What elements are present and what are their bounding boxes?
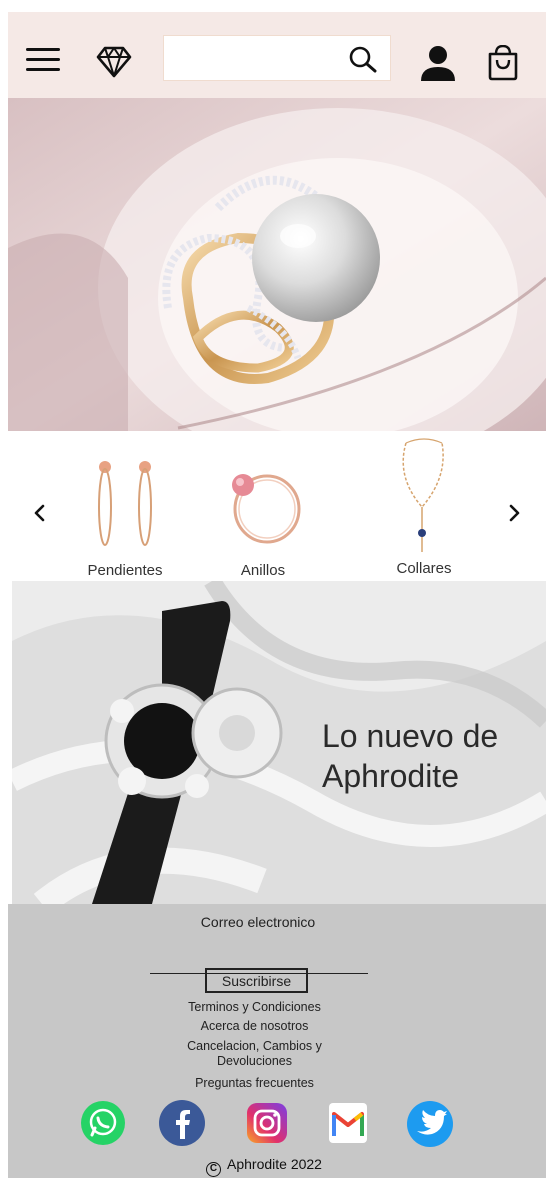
- faq-link[interactable]: Preguntas frecuentes: [128, 1076, 381, 1091]
- site-footer: Correo electronico Suscribirse Terminos …: [8, 904, 546, 1178]
- diamond-icon[interactable]: [96, 45, 132, 79]
- search-input[interactable]: [164, 36, 344, 80]
- returns-link[interactable]: Cancelacion, Cambios y Devoluciones: [128, 1039, 381, 1069]
- category-pendientes[interactable]: Pendientes: [65, 431, 185, 581]
- whatsapp-icon[interactable]: [80, 1100, 126, 1146]
- copyright-text: C Aphrodite 2022: [206, 1156, 322, 1177]
- category-label: Pendientes: [87, 562, 163, 579]
- category-label: Collares: [396, 560, 452, 577]
- ring-image: [232, 474, 301, 544]
- app-frame: Pendientes Anillos Collares Lo nuevo de …: [8, 12, 546, 1178]
- instagram-icon[interactable]: [246, 1102, 288, 1144]
- subscribe-button[interactable]: Suscribirse: [205, 968, 308, 993]
- chevron-left-icon[interactable]: [30, 501, 50, 525]
- category-anillos[interactable]: Anillos: [203, 431, 323, 581]
- necklace-image: [402, 438, 444, 552]
- user-icon[interactable]: [418, 45, 458, 83]
- terms-link[interactable]: Terminos y Condiciones: [128, 1000, 381, 1015]
- hamburger-menu-icon[interactable]: [26, 46, 62, 74]
- category-label: Anillos: [240, 562, 286, 579]
- category-collares[interactable]: Collares: [364, 431, 484, 581]
- search-icon[interactable]: [348, 46, 378, 74]
- hero-banner-image[interactable]: [8, 98, 546, 431]
- copyright-label: Aphrodite 2022: [227, 1156, 322, 1172]
- twitter-icon[interactable]: [405, 1100, 455, 1148]
- shopping-bag-icon[interactable]: [486, 45, 520, 81]
- category-carousel: Pendientes Anillos Collares: [8, 431, 546, 581]
- about-link[interactable]: Acerca de nosotros: [128, 1019, 381, 1034]
- email-label: Correo electronico: [200, 914, 316, 930]
- gmail-icon[interactable]: [328, 1102, 368, 1144]
- chevron-right-icon[interactable]: [504, 501, 524, 525]
- earrings-image: [98, 461, 152, 546]
- facebook-icon[interactable]: [158, 1099, 206, 1147]
- top-header: [8, 12, 546, 98]
- search-bar: [163, 35, 391, 81]
- copyright-icon: C: [206, 1162, 221, 1177]
- promo-headline: Lo nuevo de Aphrodite: [322, 718, 499, 794]
- promo-banner[interactable]: Lo nuevo de Aphrodite: [12, 581, 546, 904]
